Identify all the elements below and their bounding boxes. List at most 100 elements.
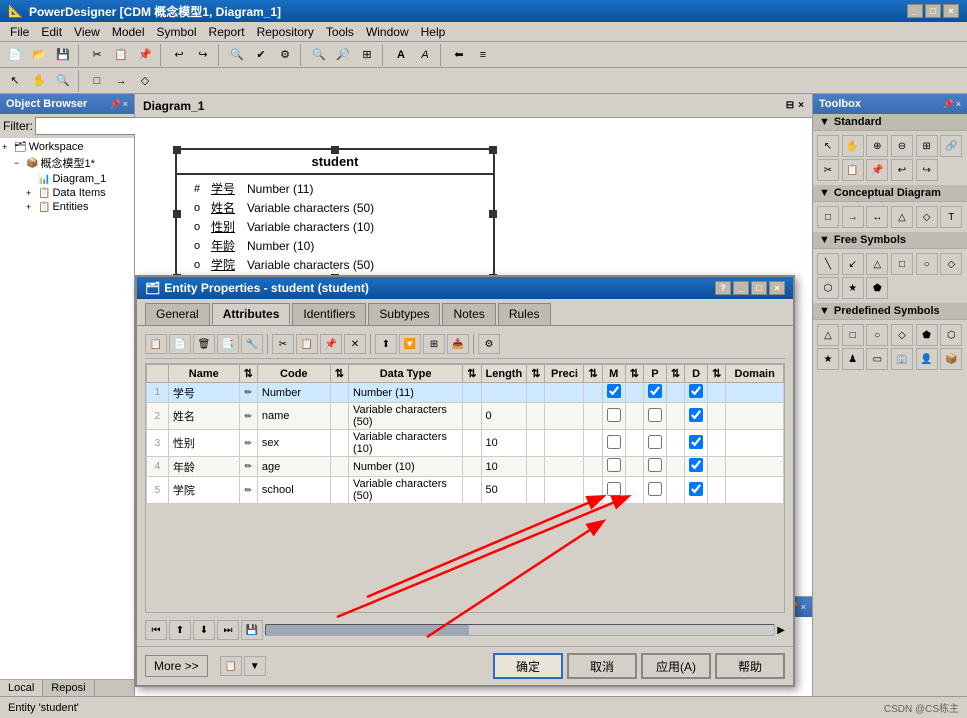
cell-name[interactable]: 姓名 [168, 403, 239, 430]
tool-ps12[interactable]: 📦 [940, 348, 962, 370]
tool-diamond[interactable]: ◇ [916, 206, 938, 228]
dtb-props[interactable]: 🔧 [241, 334, 263, 354]
col-datatype-sort[interactable]: ⇅ [463, 365, 481, 383]
tool-cut[interactable]: ✂ [817, 159, 839, 181]
tool-undo[interactable]: ↩ [891, 159, 913, 181]
minimize-btn[interactable]: _ [907, 4, 923, 18]
table-row[interactable]: 3 性别 ✏ sex Variable characters (10) 10 [147, 430, 784, 457]
menu-view[interactable]: View [68, 24, 106, 40]
tool-fs6[interactable]: ◇ [940, 253, 962, 275]
cell-code[interactable]: Number [257, 383, 330, 403]
tree-expand-entities[interactable]: + [26, 202, 38, 212]
col-d[interactable]: D [685, 365, 708, 383]
tool-fs4[interactable]: □ [891, 253, 913, 275]
tb-redo[interactable]: ↪ [192, 44, 214, 66]
tb-bold[interactable]: A [390, 44, 412, 66]
tb-fit[interactable]: ⊞ [356, 44, 378, 66]
cell-d[interactable] [685, 383, 708, 403]
tool-inherit[interactable]: △ [891, 206, 913, 228]
tab-local[interactable]: Local [0, 680, 43, 696]
cell-preci[interactable] [545, 457, 584, 477]
cell-d[interactable] [685, 403, 708, 430]
cell-m[interactable] [602, 457, 625, 477]
tab-rules[interactable]: Rules [498, 303, 551, 325]
tool-paste[interactable]: 📌 [866, 159, 888, 181]
entity-box[interactable]: student # 学号 Number (11) o 姓名 Variable c… [175, 148, 495, 280]
col-domain[interactable]: Domain [726, 365, 784, 383]
cell-name[interactable]: 性别 [168, 430, 239, 457]
cell-datatype[interactable]: Number (11) [348, 383, 462, 403]
tree-expand-workspace[interactable]: + [2, 142, 14, 152]
tool-ps4[interactable]: ◇ [891, 324, 913, 346]
tool-ps11[interactable]: 👤 [916, 348, 938, 370]
nav-scroll-right[interactable]: ▶ [777, 625, 785, 636]
cancel-button[interactable]: 取消 [567, 653, 637, 679]
table-row[interactable]: 4 年龄 ✏ age Number (10) 10 [147, 457, 784, 477]
col-m-sort[interactable]: ⇅ [625, 365, 643, 383]
tool-ps2[interactable]: □ [842, 324, 864, 346]
toolbox-conceptual-header[interactable]: ▼ Conceptual Diagram [813, 185, 967, 202]
cell-p[interactable] [643, 457, 666, 477]
col-name-sort[interactable]: ⇅ [239, 365, 257, 383]
attributes-table-container[interactable]: Name ⇅ Code ⇅ Data Type ⇅ Length ⇅ Preci… [145, 363, 785, 613]
col-length-sort[interactable]: ⇅ [527, 365, 545, 383]
panel-close-btn[interactable]: × [123, 99, 128, 110]
bottom-dropdown-btn[interactable]: ▼ [244, 656, 266, 676]
dtb-settings[interactable]: ⚙ [478, 334, 500, 354]
cell-p[interactable] [643, 430, 666, 457]
tb-cut[interactable]: ✂ [86, 44, 108, 66]
tab-notes[interactable]: Notes [442, 303, 495, 325]
cell-code[interactable]: name [257, 403, 330, 430]
tool-entity[interactable]: □ [817, 206, 839, 228]
ok-button[interactable]: 确定 [493, 653, 563, 679]
cell-code[interactable]: sex [257, 430, 330, 457]
tb2-btn5[interactable]: → [110, 70, 132, 92]
menu-model[interactable]: Model [106, 24, 151, 40]
tool-ps5[interactable]: ⬟ [916, 324, 938, 346]
tree-diagram[interactable]: 📊 Diagram_1 [26, 172, 132, 186]
cell-length[interactable]: 0 [481, 403, 527, 430]
nav-last[interactable]: ⏭ [217, 620, 239, 640]
tool-ps6[interactable]: ⬡ [940, 324, 962, 346]
tool-ps9[interactable]: ▭ [866, 348, 888, 370]
tool-ps8[interactable]: ♟ [842, 348, 864, 370]
cell-length[interactable] [481, 383, 527, 403]
cell-code[interactable]: school [257, 477, 330, 504]
table-row[interactable]: 1 学号 ✏ Number Number (11) [147, 383, 784, 403]
col-preci[interactable]: Preci [545, 365, 584, 383]
tool-fs2[interactable]: ↙ [842, 253, 864, 275]
cell-preci[interactable] [545, 403, 584, 430]
table-row[interactable]: 5 学院 ✏ school Variable characters (50) 5… [147, 477, 784, 504]
table-row[interactable]: 2 姓名 ✏ name Variable characters (50) 0 [147, 403, 784, 430]
cell-p[interactable] [643, 477, 666, 504]
cell-p[interactable] [643, 383, 666, 403]
cell-datatype[interactable]: Variable characters (50) [348, 403, 462, 430]
cell-preci[interactable] [545, 477, 584, 504]
col-d-sort[interactable]: ⇅ [708, 365, 726, 383]
tb-open[interactable]: 📂 [28, 44, 50, 66]
dtb-filter[interactable]: 🔽 [399, 334, 421, 354]
cell-m[interactable] [602, 383, 625, 403]
output-close[interactable]: × [801, 602, 806, 613]
tool-ps1[interactable]: △ [817, 324, 839, 346]
cell-preci[interactable] [545, 383, 584, 403]
dtb-cut[interactable]: ✂ [272, 334, 294, 354]
tool-fs8[interactable]: ★ [842, 277, 864, 299]
tree-model[interactable]: − 📦 概念模型1* [14, 154, 132, 172]
toolbox-predef-header[interactable]: ▼ Predefined Symbols [813, 303, 967, 320]
col-datatype[interactable]: Data Type [348, 365, 462, 383]
tb-undo[interactable]: ↩ [168, 44, 190, 66]
tool-fs9[interactable]: ⬟ [866, 277, 888, 299]
cell-preci[interactable] [545, 430, 584, 457]
tool-fs3[interactable]: △ [866, 253, 888, 275]
cell-datatype[interactable]: Variable characters (10) [348, 430, 462, 457]
tool-zoom-in[interactable]: ⊕ [866, 135, 888, 157]
cell-d[interactable] [685, 477, 708, 504]
tool-text[interactable]: T [940, 206, 962, 228]
tab-reposi[interactable]: Reposi [43, 680, 94, 696]
tb2-btn3[interactable]: 🔍 [52, 70, 74, 92]
tb-align-center[interactable]: ≡ [472, 44, 494, 66]
tool-copy[interactable]: 📋 [842, 159, 864, 181]
dtb-remove[interactable]: ✕ [344, 334, 366, 354]
tool-ps7[interactable]: ★ [817, 348, 839, 370]
